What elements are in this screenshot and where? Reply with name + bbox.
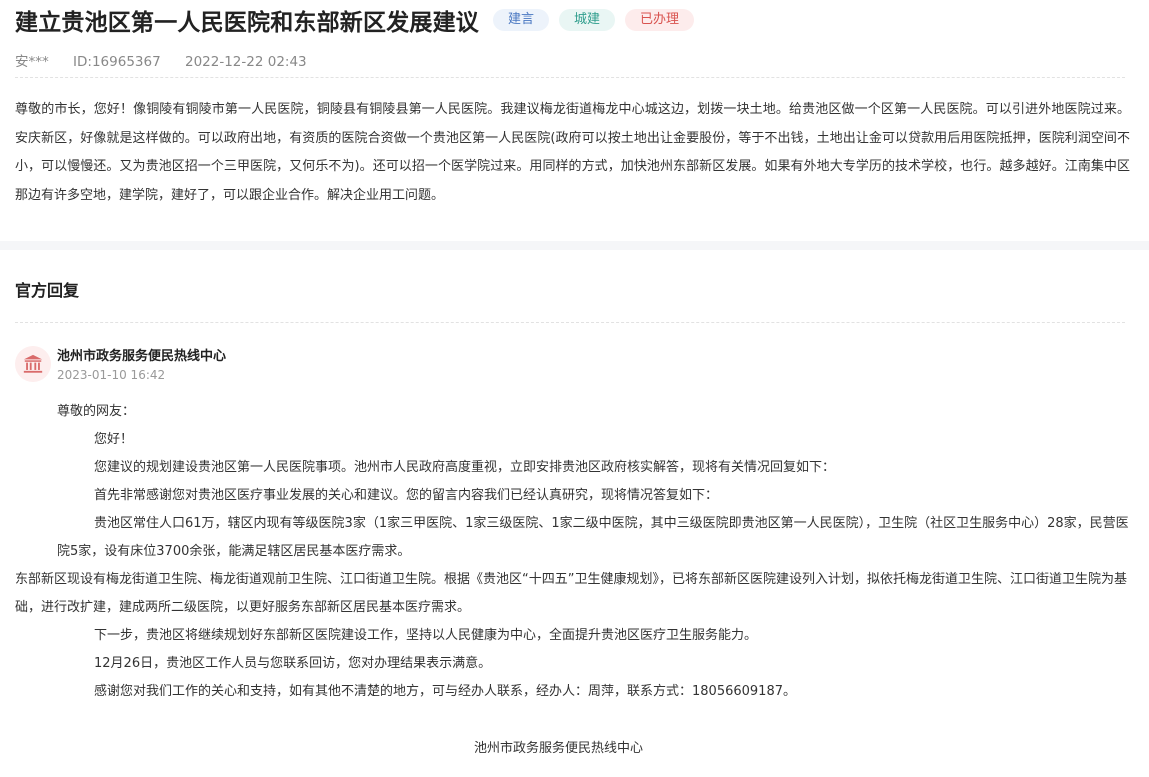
message-body: 尊敬的市长，您好！像铜陵有铜陵市第一人民医院，铜陵县有铜陵县第一人民医院。我建议…: [15, 102, 1130, 203]
reply-paragraph: 贵池区常住人口61万，辖区内现有等级医院3家（1家三甲医院、1家三级医院、1家二…: [57, 516, 1129, 559]
meta-row: 安*** ID:16965367 2022-12-22 02:43: [15, 50, 327, 70]
reply-paragraph: 东部新区现设有梅龙街道卫生院、梅龙街道观前卫生院、江口街道卫生院。根据《贵池区“…: [15, 572, 1127, 615]
category-tag-suggestion[interactable]: 建言: [493, 9, 550, 31]
reply-paragraph: 下一步，贵池区将继续规划好东部新区医院建设工作，坚持以人民健康为中心，全面提升贵…: [94, 628, 758, 643]
reply-signature: 池州市政务服务便民热线中心: [473, 741, 643, 756]
reply-org-name: 池州市政务服务便民热线中心: [57, 349, 227, 364]
status-badge: 已办理: [625, 9, 695, 31]
government-building-icon: [15, 346, 51, 382]
page-title: 建立贵池区第一人民医院和东部新区发展建议: [15, 10, 479, 36]
reply-paragraph: 您建议的规划建设贵池区第一人民医院事项。池州市人民政府高度重视，立即安排贵池区政…: [94, 460, 836, 475]
reply-time: 2023-01-10 16:42: [57, 368, 166, 382]
author-name: 安***: [15, 54, 49, 70]
reply-paragraph: 您好！: [94, 432, 134, 447]
reply-paragraph: 首先非常感谢您对贵池区医疗事业发展的关心和建议。您的留言内容我们已经认真研究，现…: [94, 488, 719, 503]
petition-card: 建立贵池区第一人民医院和东部新区发展建议 建言 城建 已办理 安*** ID:1…: [0, 0, 1149, 241]
reply-divider: [15, 322, 1125, 323]
category-tag-urban[interactable]: 城建: [559, 9, 616, 31]
reply-paragraph: 感谢您对我们工作的关心和支持，如有其他不清楚的地方，可与经办人联系，经办人：周萍…: [94, 684, 796, 699]
message-id: ID:16965367: [73, 54, 161, 70]
title-row: 建立贵池区第一人民医院和东部新区发展建议 建言 城建 已办理: [15, 4, 704, 36]
header-divider: [15, 77, 1125, 78]
section-separator: [0, 241, 1149, 250]
reply-body: 尊敬的网友： 您好！ 您建议的规划建设贵池区第一人民医院事项。池州市人民政府高度…: [15, 398, 1129, 706]
official-reply-heading: 官方回复: [15, 281, 80, 300]
reply-paragraph: 12月26日，贵池区工作人员与您联系回访，您对办理结果表示满意。: [94, 656, 492, 671]
reply-greeting: 尊敬的网友：: [57, 404, 136, 419]
message-datetime: 2022-12-22 02:43: [184, 54, 307, 70]
